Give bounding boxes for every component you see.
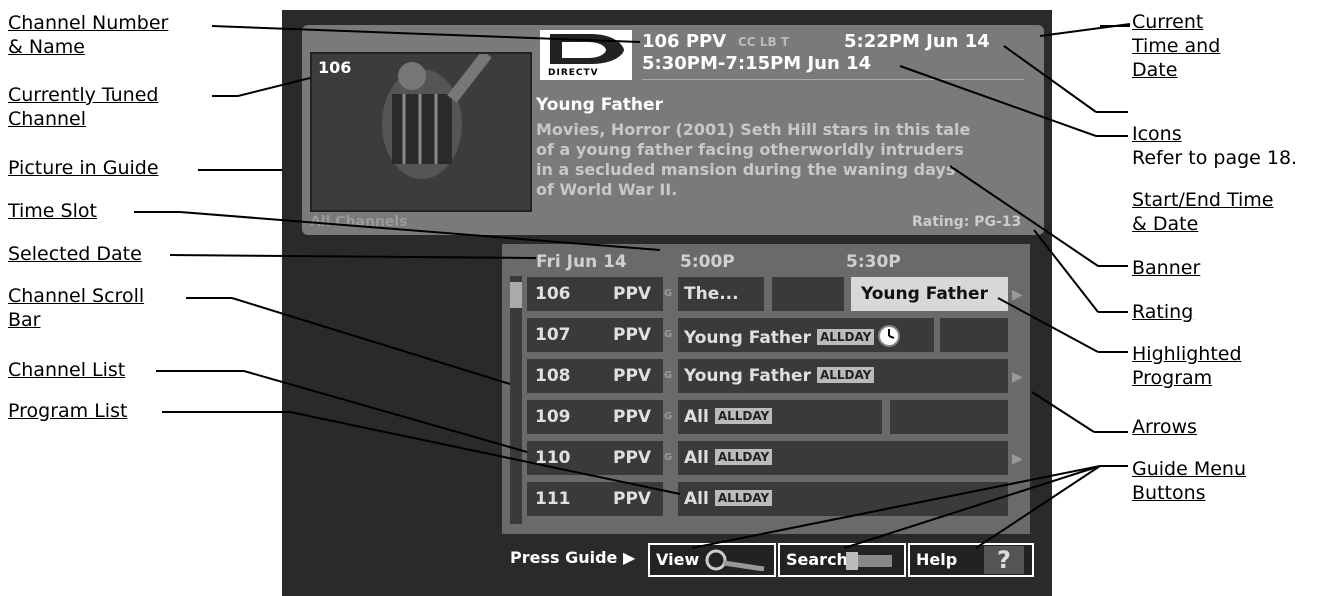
program-description: Movies, Horror (2001) Seth Hill stars in…	[536, 120, 971, 199]
rating: Rating: PG-13	[912, 214, 1022, 230]
channel-number: 108	[535, 366, 571, 386]
channel-row-109[interactable]: 109 PPV	[527, 400, 663, 434]
callout-start-end: Start/End Time & Date	[1132, 189, 1274, 235]
guide-g: G	[664, 452, 673, 463]
channel-row-111[interactable]: 111 PPV	[527, 482, 663, 516]
program-cell[interactable]: The...	[678, 277, 764, 311]
program-cell-empty[interactable]	[890, 400, 1008, 434]
view-label: View	[656, 550, 700, 569]
channel-network: PPV	[613, 448, 652, 468]
guide-g: G	[664, 329, 673, 340]
channel-row-106[interactable]: 106 PPV	[527, 277, 663, 311]
picture-in-guide: 106	[310, 52, 532, 212]
pip-image	[312, 54, 530, 210]
guide-g: G	[664, 288, 673, 299]
flashlight-icon	[846, 552, 892, 570]
callout-banner: Banner	[1132, 257, 1201, 279]
program-title: The...	[684, 284, 739, 304]
start-end-time: 5:30PM-7:15PM Jun 14	[642, 53, 872, 74]
allday-badge: ALLDAY	[714, 408, 773, 424]
program-title: Young Father	[684, 366, 811, 386]
guide-g: G	[664, 411, 673, 422]
program-title: All	[684, 407, 709, 427]
callout-arrows: Arrows	[1132, 416, 1197, 438]
callout-rating: Rating	[1132, 301, 1194, 323]
channel-network: PPV	[613, 489, 652, 509]
program-cell[interactable]: All ALLDAY	[678, 400, 882, 434]
banner-divider	[642, 79, 1024, 80]
channel-row-108[interactable]: 108 PPV	[527, 359, 663, 393]
callout-selected-date: Selected Date	[8, 243, 142, 265]
program-cell-empty[interactable]	[772, 277, 844, 311]
channel-number: 106	[535, 284, 571, 304]
current-time: 5:22PM Jun 14	[844, 31, 990, 52]
highlighted-program[interactable]: Young Father	[851, 277, 1008, 311]
channel-network: PPV	[613, 366, 652, 386]
callout-program-list: Program List	[8, 400, 128, 422]
clock-icon	[878, 325, 901, 347]
tuned-channel-number: 106	[318, 58, 352, 77]
press-guide-label: Press Guide ▶	[510, 548, 636, 567]
channel-name: 106 PPV	[642, 31, 727, 52]
time-slot-1: 5:00P	[680, 252, 735, 272]
magnifier-icon	[705, 549, 765, 571]
channel-network: PPV	[613, 407, 652, 427]
logo-mark	[550, 34, 624, 64]
channel-number: 110	[535, 448, 571, 468]
directv-logo: DIRECTV	[540, 30, 632, 80]
help-label: Help	[916, 550, 958, 569]
allday-badge: ALLDAY	[714, 490, 773, 506]
allday-badge: ALLDAY	[816, 329, 875, 345]
callout-picture-in-guide: Picture in Guide	[8, 157, 159, 179]
callout-current-time-date: Current Time and Date	[1132, 11, 1221, 81]
scroll-thumb[interactable]	[510, 282, 522, 308]
channel-network: PPV	[613, 284, 652, 304]
program-cell[interactable]: Young Father ALLDAY	[678, 359, 1008, 393]
help-button[interactable]: Help ?	[908, 543, 1034, 577]
channel-number: 109	[535, 407, 571, 427]
program-cell[interactable]: All ALLDAY	[678, 482, 1008, 516]
callout-channel-scroll-bar: Channel Scroll Bar	[8, 285, 145, 331]
selected-date: Fri Jun 14	[536, 252, 627, 272]
callout-channel-number-name: Channel Number & Name	[8, 12, 169, 58]
help-icon: ?	[984, 546, 1024, 574]
channel-scroll-bar[interactable]	[510, 276, 522, 524]
callout-channel-list: Channel List	[8, 359, 126, 381]
category-label: All Channels	[310, 214, 408, 230]
channel-row-110[interactable]: 110 PPV	[527, 441, 663, 475]
allday-badge: ALLDAY	[714, 449, 773, 465]
program-title: All	[684, 489, 709, 509]
program-cell[interactable]: All ALLDAY	[678, 441, 1008, 475]
program-cell-empty[interactable]	[940, 318, 1008, 352]
callout-highlighted-program: Highlighted Program	[1132, 343, 1242, 389]
callout-icons-ref: Refer to page 18.	[1132, 147, 1298, 169]
search-label: Search	[786, 550, 848, 569]
channel-network: PPV	[613, 325, 652, 345]
right-arrow-icon[interactable]: ▶	[1012, 286, 1023, 303]
right-arrow-icon[interactable]: ▶	[1012, 368, 1023, 385]
allday-badge: ALLDAY	[816, 367, 875, 383]
search-button[interactable]: Search	[778, 543, 906, 577]
program-cell[interactable]: Young Father ALLDAY	[678, 318, 934, 352]
program-icons: CC LB T	[738, 35, 789, 49]
logo-text: DIRECTV	[548, 68, 599, 78]
highlighted-program-title: Young Father	[861, 284, 988, 304]
time-slot-2: 5:30P	[846, 252, 901, 272]
channel-number: 107	[535, 325, 571, 345]
program-title: All	[684, 448, 709, 468]
callout-guide-menu-buttons: Guide Menu Buttons	[1132, 458, 1246, 504]
channel-row-107[interactable]: 107 PPV	[527, 318, 663, 352]
view-button[interactable]: View	[648, 543, 776, 577]
right-arrow-icon[interactable]: ▶	[1012, 450, 1023, 467]
program-title: Young Father	[684, 328, 811, 348]
program-title: Young Father	[536, 95, 663, 115]
callout-icons: Icons	[1132, 123, 1182, 145]
callout-time-slot: Time Slot	[8, 200, 97, 222]
channel-number: 111	[535, 489, 571, 509]
guide-g: G	[664, 370, 673, 381]
callout-currently-tuned: Currently Tuned Channel	[8, 84, 159, 130]
